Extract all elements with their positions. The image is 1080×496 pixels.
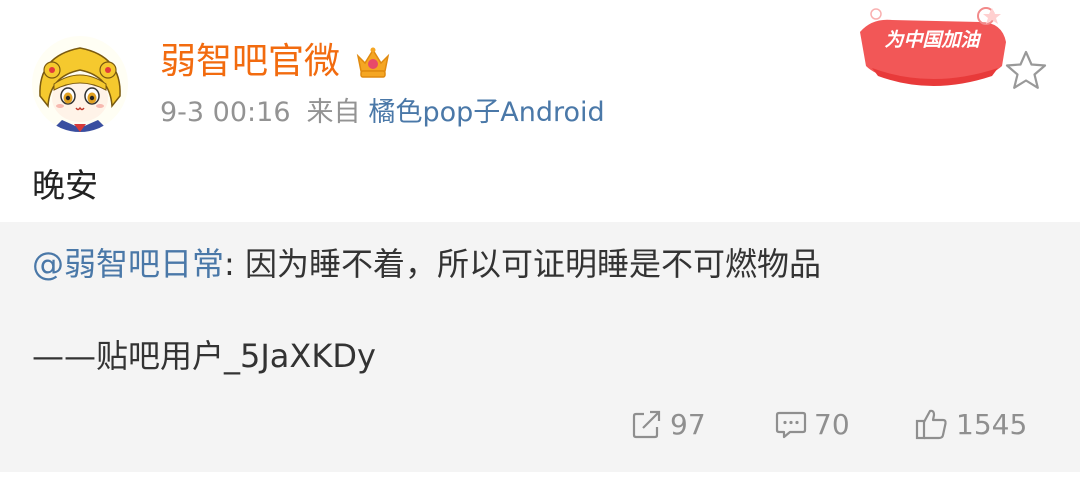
source-link[interactable]: 橘色pop子Android bbox=[369, 97, 605, 128]
repost-text: : 因为睡不着，所以可证明睡是不可燃物品 bbox=[224, 245, 821, 283]
avatar[interactable] bbox=[32, 36, 128, 132]
repost-card[interactable]: @弱智吧日常: 因为睡不着，所以可证明睡是不可燃物品 ——贴吧用户_5JaXKD… bbox=[0, 222, 1080, 472]
post-text: 晚安 bbox=[32, 166, 98, 205]
repost-mention[interactable]: @弱智吧日常 bbox=[32, 245, 224, 283]
comment-count: 70 bbox=[814, 407, 850, 441]
from-label: 来自 bbox=[306, 97, 361, 128]
like-button[interactable]: 1545 bbox=[914, 404, 1027, 444]
post-time: 9-3 00:16 bbox=[160, 97, 291, 128]
repost-button[interactable]: 97 bbox=[630, 404, 706, 444]
badge-text: 为中国加油 bbox=[884, 29, 981, 51]
repost-attribution: ——贴吧用户_5JaXKDy bbox=[32, 337, 376, 375]
cheer-china-badge[interactable]: 为中国加油 bbox=[852, 4, 1012, 94]
repost-count: 97 bbox=[670, 407, 706, 441]
comment-button[interactable]: 70 bbox=[774, 404, 850, 444]
like-count: 1545 bbox=[956, 407, 1028, 441]
repost-content: @弱智吧日常: 因为睡不着，所以可证明睡是不可燃物品 bbox=[32, 242, 821, 286]
vip-crown-icon[interactable] bbox=[354, 44, 392, 82]
avatar-image bbox=[32, 36, 128, 132]
repost-icon bbox=[632, 410, 661, 439]
comment-icon bbox=[775, 411, 807, 439]
thumbs-up-icon bbox=[915, 409, 947, 440]
username[interactable]: 弱智吧官微 bbox=[160, 40, 340, 84]
star-icon[interactable] bbox=[1004, 49, 1048, 91]
post-meta: 9-3 00:16 来自 橘色pop子Android bbox=[160, 96, 605, 130]
